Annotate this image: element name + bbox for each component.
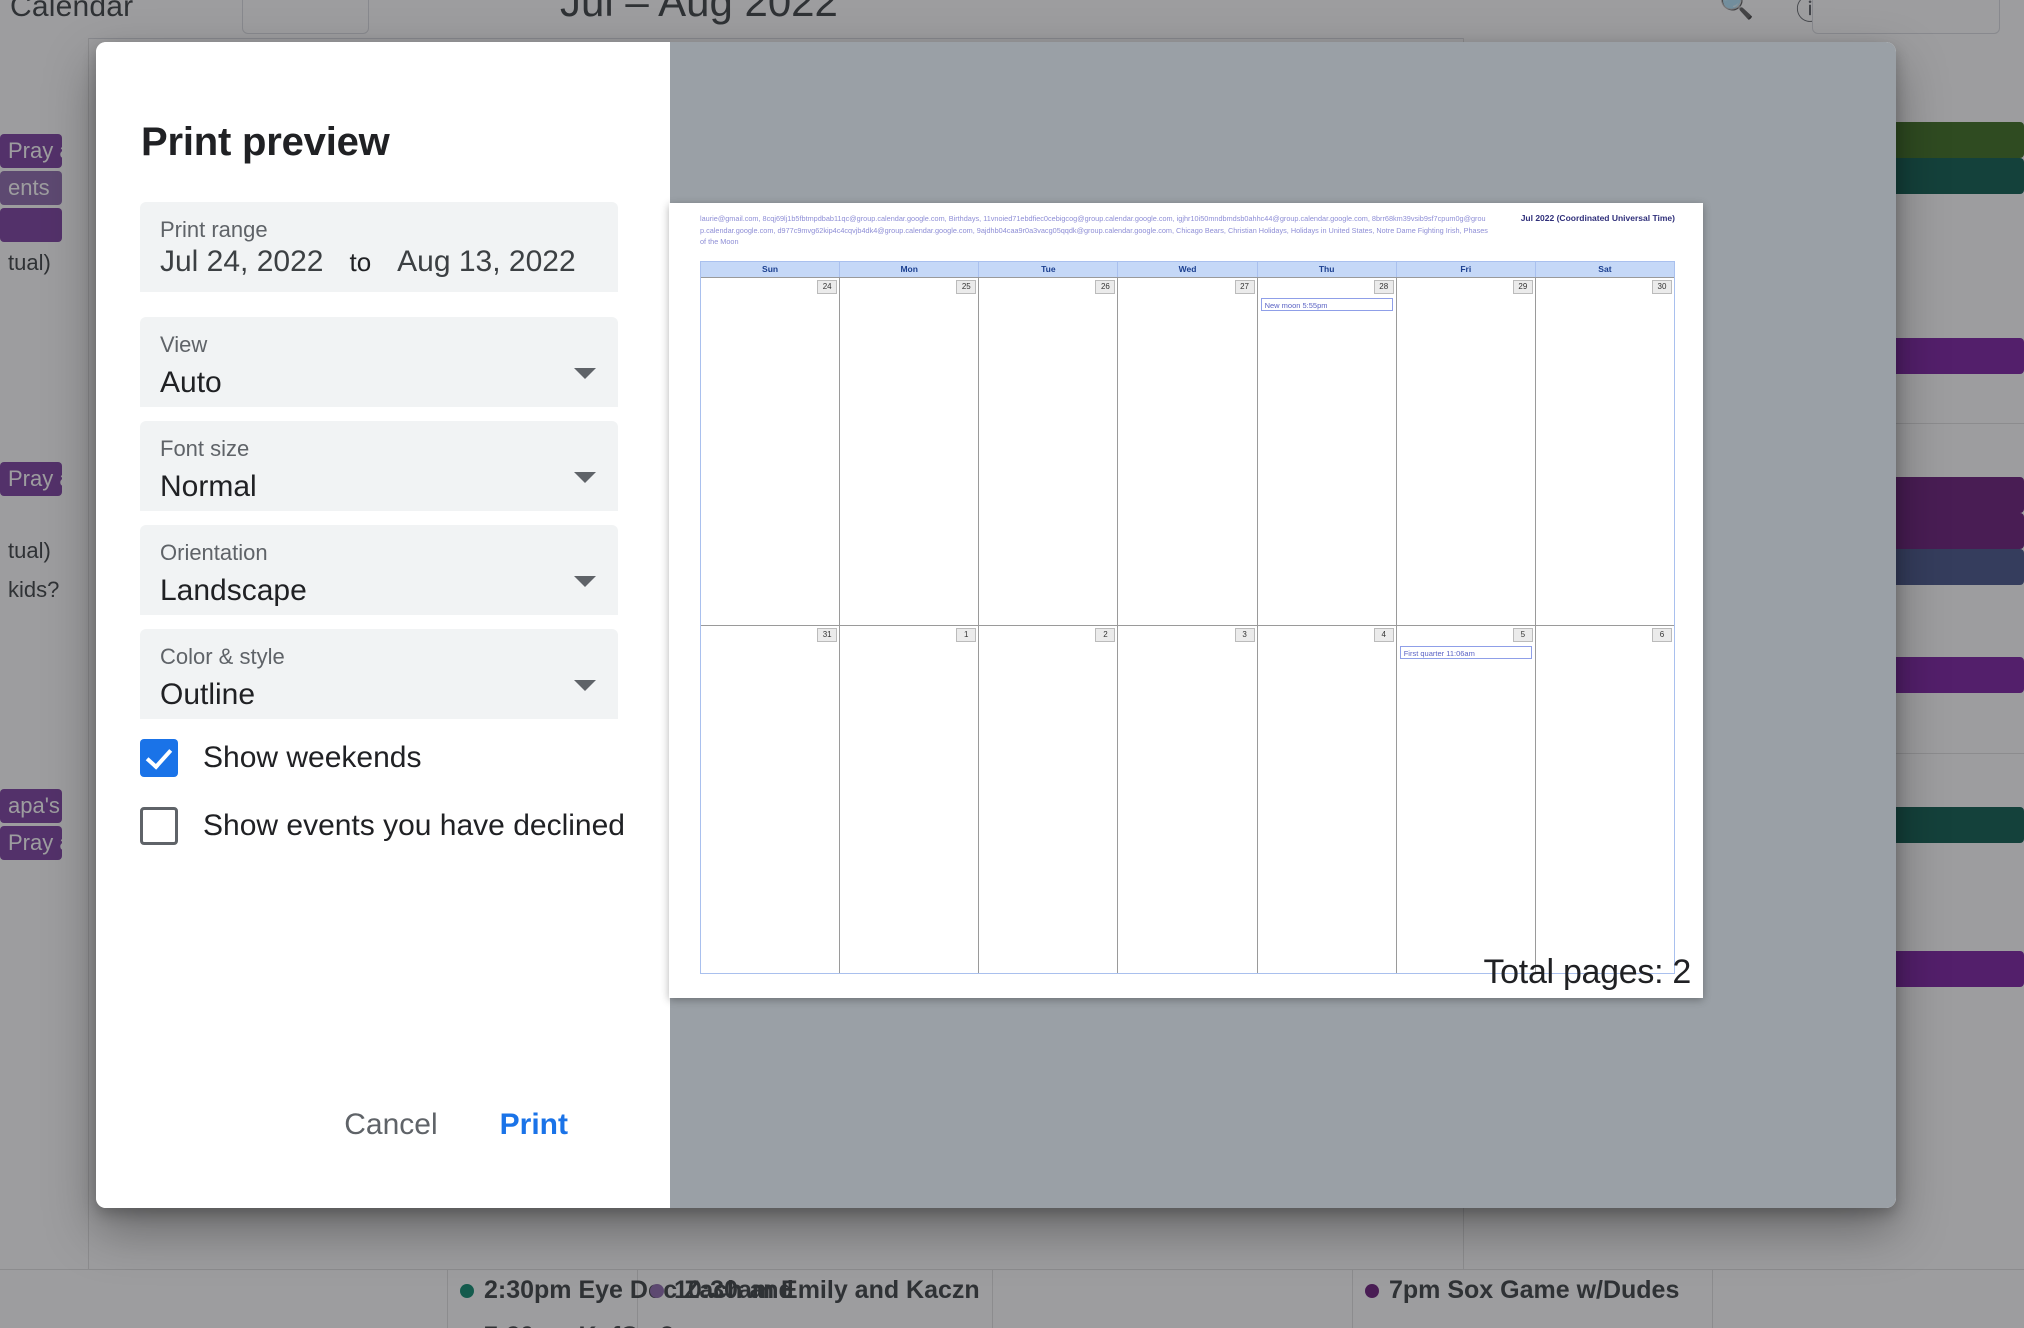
print-options-panel: Print preview Print range Jul 24, 2022 t… xyxy=(96,42,670,1208)
preview-day-cell: 6 xyxy=(1536,626,1674,973)
preview-day-number: 6 xyxy=(1651,628,1672,642)
orientation-select-field[interactable]: Orientation Landscape xyxy=(140,525,618,615)
preview-day-cell: 24 xyxy=(701,278,841,625)
print-range-values: Jul 24, 2022 to Aug 13, 2022 xyxy=(160,245,598,279)
print-range-field[interactable]: Print range Jul 24, 2022 to Aug 13, 2022 xyxy=(140,202,618,292)
print-range-end[interactable]: Aug 13, 2022 xyxy=(397,245,576,279)
screen: Calendar Jul – Aug 2022 🔍 ⓘ ⚙ Pray a ent… xyxy=(0,0,2024,1328)
chevron-down-icon[interactable] xyxy=(574,368,596,379)
dialog-actions: Cancel Print xyxy=(96,1094,670,1156)
preview-day-number: 4 xyxy=(1373,628,1394,642)
preview-week-row: 24 25 26 27 28 New moon 5:55pm 29 30 xyxy=(701,277,1674,625)
preview-day-cell: 27 xyxy=(1118,278,1258,625)
preview-day-header: Wed xyxy=(1118,262,1258,277)
preview-day-number: 2 xyxy=(1095,628,1116,642)
preview-day-number: 31 xyxy=(817,628,838,642)
preview-day-cell: 28 New moon 5:55pm xyxy=(1258,278,1397,625)
total-pages-label: Total pages: 2 xyxy=(1483,953,1691,991)
preview-day-cell: 1 xyxy=(840,626,980,973)
preview-event: New moon 5:55pm xyxy=(1260,298,1393,311)
preview-day-number: 30 xyxy=(1651,280,1672,294)
color-style-value: Outline xyxy=(160,678,256,711)
print-button[interactable]: Print xyxy=(476,1094,592,1156)
preview-page[interactable]: laurie@gmail.com, 8cqj69lj1b5fbtmpdbab11… xyxy=(669,203,1703,998)
preview-day-cell: 3 xyxy=(1118,626,1258,973)
orientation-label: Orientation xyxy=(160,540,268,565)
print-range-label: Print range xyxy=(160,217,268,242)
color-style-label: Color & style xyxy=(160,644,285,669)
chevron-down-icon[interactable] xyxy=(574,576,596,587)
preview-week-row: 31 1 2 3 4 5 First quarter 11:06am 6 xyxy=(701,625,1674,973)
preview-day-header-row: Sun Mon Tue Wed Thu Fri Sat xyxy=(701,262,1674,277)
preview-day-cell: 2 xyxy=(979,626,1119,973)
preview-calendar-grid: Sun Mon Tue Wed Thu Fri Sat 24 25 26 27 … xyxy=(700,261,1675,974)
preview-day-cell: 31 xyxy=(701,626,841,973)
font-size-value: Normal xyxy=(160,470,257,503)
show-weekends-row[interactable]: Show weekends xyxy=(140,739,421,777)
preview-day-number: 29 xyxy=(1512,280,1533,294)
view-label: View xyxy=(160,332,208,357)
preview-day-number: 3 xyxy=(1234,628,1255,642)
preview-day-header: Sat xyxy=(1598,264,1612,274)
preview-day-number: 27 xyxy=(1234,280,1255,294)
view-value: Auto xyxy=(160,366,222,399)
font-size-label: Font size xyxy=(160,436,250,461)
preview-event: First quarter 11:06am xyxy=(1399,646,1532,659)
preview-day-cell: 25 xyxy=(840,278,980,625)
preview-day-cell: 29 xyxy=(1397,278,1536,625)
preview-day-header: Fri xyxy=(1397,262,1536,277)
view-select-field[interactable]: View Auto xyxy=(140,317,618,407)
print-range-start[interactable]: Jul 24, 2022 xyxy=(160,245,323,279)
show-declined-label: Show events you have declined xyxy=(203,809,625,842)
preview-day-header: Mon xyxy=(840,262,980,277)
preview-day-number: 5 xyxy=(1512,628,1533,642)
chevron-down-icon[interactable] xyxy=(574,472,596,483)
preview-day-number: 24 xyxy=(817,280,838,294)
show-declined-checkbox[interactable] xyxy=(140,807,178,845)
show-declined-row[interactable]: Show events you have declined xyxy=(140,807,625,845)
preview-day-number: 26 xyxy=(1095,280,1116,294)
preview-day-cell: 30 xyxy=(1536,278,1674,625)
font-size-select-field[interactable]: Font size Normal xyxy=(140,421,618,511)
preview-calendar-list: laurie@gmail.com, 8cqj69lj1b5fbtmpdbab11… xyxy=(700,214,1488,246)
preview-day-number: 1 xyxy=(956,628,977,642)
print-range-separator: to xyxy=(349,247,372,277)
color-style-select-field[interactable]: Color & style Outline xyxy=(140,629,618,719)
dialog-title: Print preview xyxy=(141,120,390,164)
preview-day-header: Tue xyxy=(979,262,1119,277)
show-weekends-checkbox[interactable] xyxy=(140,739,178,777)
orientation-value: Landscape xyxy=(160,574,307,607)
preview-day-cell: 4 xyxy=(1258,626,1397,973)
preview-day-number: 25 xyxy=(956,280,977,294)
preview-day-cell: 26 xyxy=(979,278,1119,625)
preview-day-header: Thu xyxy=(1258,262,1397,277)
cancel-button[interactable]: Cancel xyxy=(320,1094,461,1156)
preview-header: laurie@gmail.com, 8cqj69lj1b5fbtmpdbab11… xyxy=(700,213,1675,259)
preview-day-cell: 5 First quarter 11:06am xyxy=(1397,626,1536,973)
preview-day-header: Sun xyxy=(701,262,841,277)
preview-month-title: Jul 2022 (Coordinated Universal Time) xyxy=(1520,213,1675,223)
preview-day-number: 28 xyxy=(1373,280,1394,294)
show-weekends-label: Show weekends xyxy=(203,741,422,774)
chevron-down-icon[interactable] xyxy=(574,680,596,691)
